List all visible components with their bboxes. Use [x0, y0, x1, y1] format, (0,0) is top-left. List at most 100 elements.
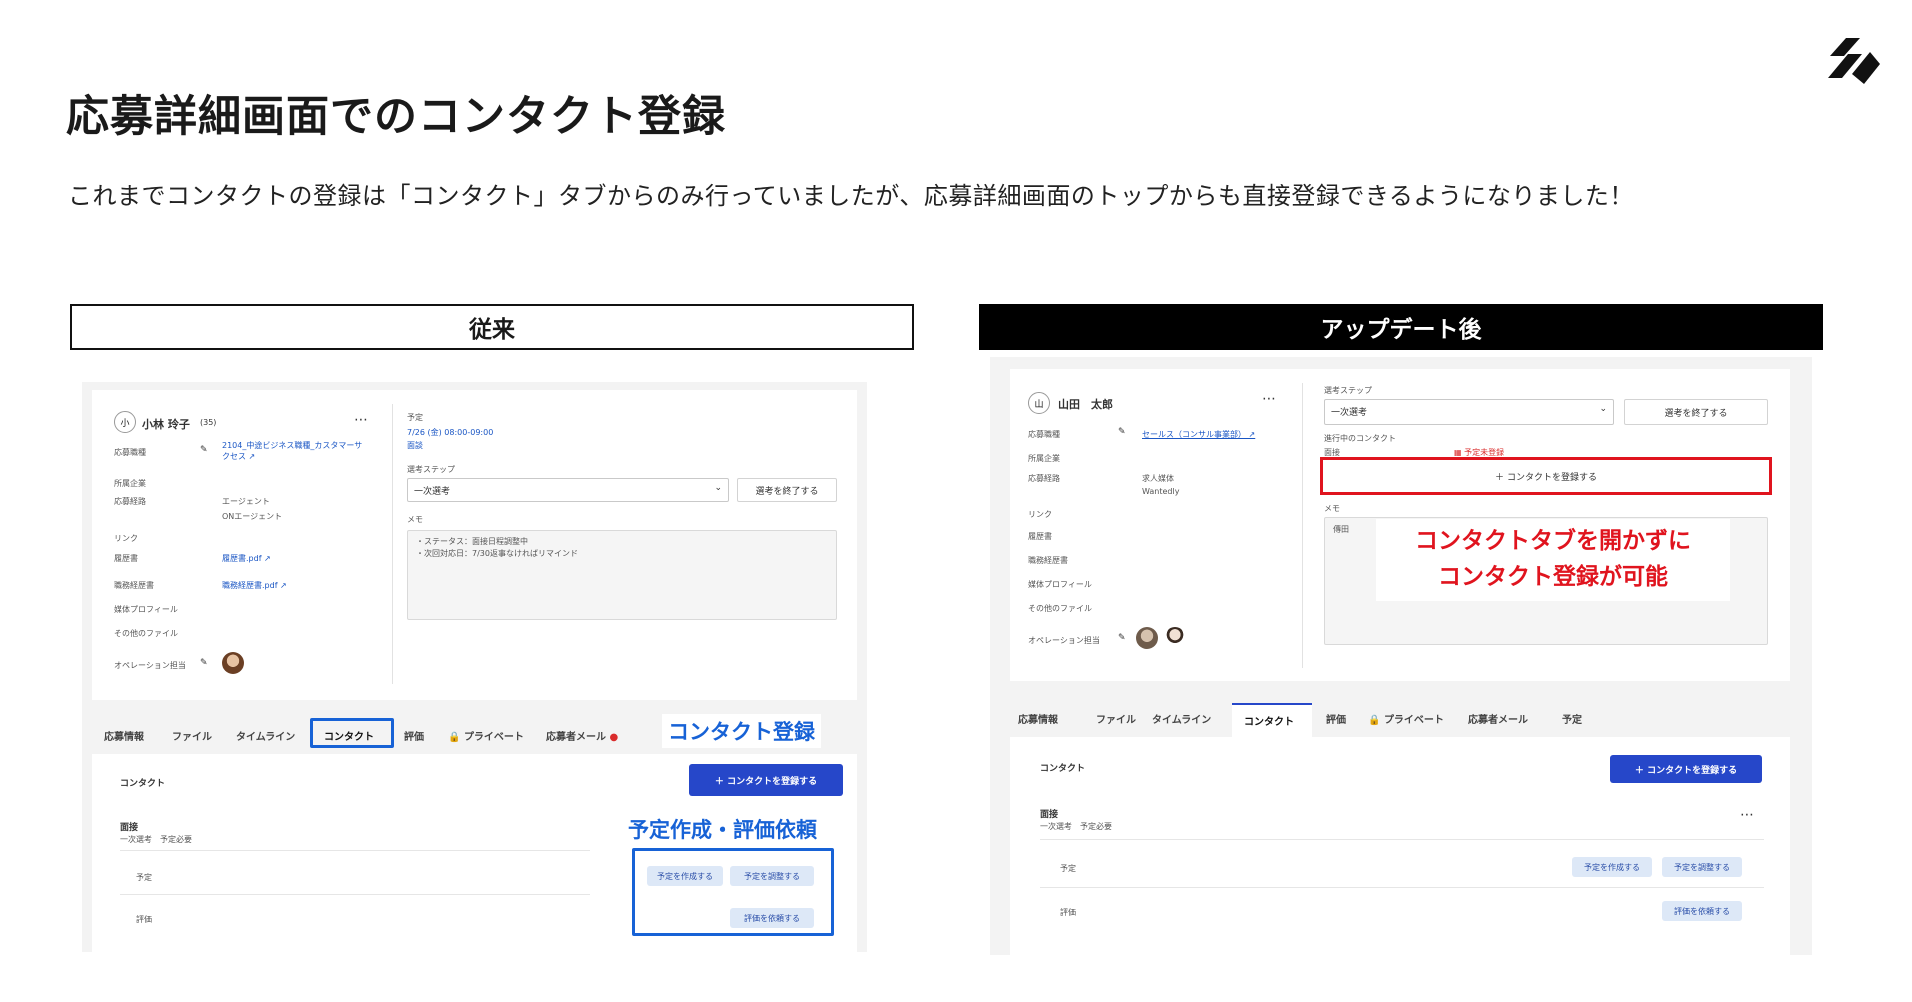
register-contact-button[interactable]: ＋ コンタクトを登録する [1610, 755, 1762, 783]
memo-label: メモ [407, 515, 423, 524]
schedule-label: 予定 [407, 413, 423, 422]
career-label: 職務経歴書 [1028, 556, 1068, 565]
tab-timeline[interactable]: タイムライン [236, 728, 295, 743]
media-label: 媒体プロフィール [114, 605, 178, 614]
lock-icon: 🔒 [448, 732, 461, 743]
memo-line-1: ・ステータス：面接日程調整中 [416, 537, 528, 546]
external-link-icon: ↗ [248, 452, 256, 461]
tab-private[interactable]: 🔒 プライベート [1368, 711, 1444, 726]
applicant-avatar: 山 [1028, 392, 1050, 414]
link-label: リンク [114, 534, 138, 543]
row-eval-label: 評価 [136, 915, 152, 924]
memo-label: メモ [1324, 504, 1340, 513]
job-value[interactable]: 2104_中途ビジネス職種_カスタマーサクセス ↗ [222, 440, 367, 462]
contact-title: コンタクト [120, 779, 166, 789]
contact-item-title: 面接 [1040, 810, 1059, 820]
route-label: 応募経路 [1028, 474, 1060, 483]
operator-avatar-2 [1164, 627, 1186, 649]
callout-schedule-eval: 予定作成・評価依頼 [622, 812, 823, 846]
step-select[interactable]: 一次選考 ⌄ [1324, 399, 1614, 425]
contact-title: コンタクト [1040, 764, 1086, 774]
resume-label: 履歴書 [1028, 532, 1052, 541]
chevron-down-icon: ⌄ [714, 483, 722, 493]
route-label: 応募経路 [114, 497, 146, 506]
request-eval-button[interactable]: 評価を依頼する [1662, 901, 1742, 921]
operator-label: オペレーション担当 [114, 661, 186, 670]
memo-line-2: ・次回対応日：7/30返事なければリマインド [416, 549, 578, 558]
create-schedule-button[interactable]: 予定を作成する [647, 866, 723, 886]
before-heading: 従来 [70, 304, 914, 350]
step-label: 選考ステップ [407, 465, 455, 474]
memo-text: 傳田 [1333, 525, 1349, 534]
tab-files[interactable]: ファイル [172, 728, 212, 743]
step-select[interactable]: 一次選考 ⌄ [407, 478, 729, 502]
before-screenshot: 小 小林 玲子 (35) ⋯ 応募職種 ✎ 2104_中途ビジネス職種_カスタマ… [82, 382, 867, 952]
schedule-datetime[interactable]: 7/26 (金) 08:00-09:00 [407, 427, 493, 438]
tab-private[interactable]: 🔒 プライベート [448, 728, 524, 743]
callout-contact-register: コンタクト登録 [662, 714, 821, 748]
end-selection-button[interactable]: 選考を終了する [1624, 399, 1768, 425]
memo-area[interactable]: ・ステータス：面接日程調整中 ・次回対応日：7/30返事なければリマインド [407, 530, 837, 620]
brand-logo-icon [1828, 38, 1880, 84]
end-selection-button[interactable]: 選考を終了する [737, 478, 837, 502]
other-files-label: その他のファイル [114, 629, 178, 638]
callout-line-1: コンタクトタブを開かずに [1415, 528, 1691, 554]
contact-tab-highlight [310, 718, 394, 748]
applicant-age: (35) [200, 418, 217, 427]
callout-line-2: コンタクト登録が可能 [1438, 564, 1668, 590]
more-icon[interactable]: ⋯ [1740, 807, 1754, 823]
request-eval-button[interactable]: 評価を依頼する [730, 908, 814, 928]
job-label: 応募職種 [1028, 430, 1060, 439]
applicant-avatar: 小 [114, 411, 136, 433]
step-label: 選考ステップ [1324, 386, 1372, 395]
row-schedule-label: 予定 [136, 873, 152, 882]
callout-inline-register: コンタクトタブを開かずに コンタクト登録が可能 [1376, 519, 1730, 601]
tab-application-info[interactable]: 応募情報 [1018, 711, 1058, 726]
more-icon[interactable]: ⋯ [1262, 391, 1276, 407]
tab-application-info[interactable]: 応募情報 [104, 728, 144, 743]
career-label: 職務経歴書 [114, 581, 154, 590]
edit-icon[interactable]: ✎ [1118, 427, 1126, 437]
tab-evaluation[interactable]: 評価 [404, 728, 424, 743]
tab-contact[interactable]: コンタクト [1232, 703, 1312, 737]
route-value-2: ONエージェント [222, 512, 283, 521]
contact-card: コンタクト ＋ コンタクトを登録する 面接 一次選考 予定必要 ⋯ 予定 予定を… [1010, 737, 1790, 955]
operator-avatar [1136, 627, 1158, 649]
applicant-card: 小 小林 玲子 (35) ⋯ 応募職種 ✎ 2104_中途ビジネス職種_カスタマ… [92, 390, 857, 700]
route-value-1: エージェント [222, 497, 270, 506]
after-heading: アップデート後 [979, 304, 1823, 350]
resume-label: 履歴書 [114, 554, 138, 563]
company-label: 所属企業 [1028, 454, 1060, 463]
applicant-card: 山 山田 太郎 ⋯ 応募職種 ✎ セールス（コンサル事業部） ↗ 所属企業 応募… [1010, 369, 1790, 681]
ongoing-contact-label: 進行中のコンタクト [1324, 434, 1396, 443]
register-contact-button[interactable]: ＋ コンタクトを登録する [689, 764, 843, 796]
more-icon[interactable]: ⋯ [354, 412, 368, 428]
schedule-type[interactable]: 面談 [407, 440, 423, 451]
page-title: 応募詳細画面でのコンタクト登録 [66, 92, 726, 142]
tab-applicant-mail[interactable]: 応募者メール ● [546, 728, 618, 743]
tab-files[interactable]: ファイル [1096, 711, 1136, 726]
job-value[interactable]: セールス（コンサル事業部） ↗ [1142, 429, 1255, 440]
adjust-schedule-button[interactable]: 予定を調整する [730, 866, 814, 886]
after-screenshot: 山 山田 太郎 ⋯ 応募職種 ✎ セールス（コンサル事業部） ↗ 所属企業 応募… [990, 357, 1812, 955]
adjust-schedule-button[interactable]: 予定を調整する [1662, 857, 1742, 877]
route-value-2: Wantedly [1142, 487, 1180, 496]
tab-timeline[interactable]: タイムライン [1152, 711, 1211, 726]
job-label: 応募職種 [114, 448, 146, 457]
resume-link[interactable]: 履歴書.pdf ↗ [222, 553, 271, 564]
career-link[interactable]: 職務経歴書.pdf ↗ [222, 580, 287, 591]
contact-item-meta: 一次選考 予定必要 [120, 835, 192, 844]
edit-icon[interactable]: ✎ [1118, 633, 1126, 643]
edit-icon[interactable]: ✎ [200, 445, 208, 455]
chevron-down-icon: ⌄ [1599, 404, 1607, 414]
applicant-name: 小林 玲子 [142, 418, 190, 431]
tab-schedule[interactable]: 予定 [1562, 711, 1582, 726]
edit-icon[interactable]: ✎ [200, 658, 208, 668]
operator-label: オペレーション担当 [1028, 636, 1100, 645]
create-schedule-button[interactable]: 予定を作成する [1572, 857, 1652, 877]
tab-applicant-mail[interactable]: 応募者メール [1468, 711, 1528, 726]
row-schedule-label: 予定 [1060, 864, 1076, 873]
media-label: 媒体プロフィール [1028, 580, 1092, 589]
tab-evaluation[interactable]: 評価 [1326, 711, 1346, 726]
plus-icon: ＋ [714, 776, 724, 787]
